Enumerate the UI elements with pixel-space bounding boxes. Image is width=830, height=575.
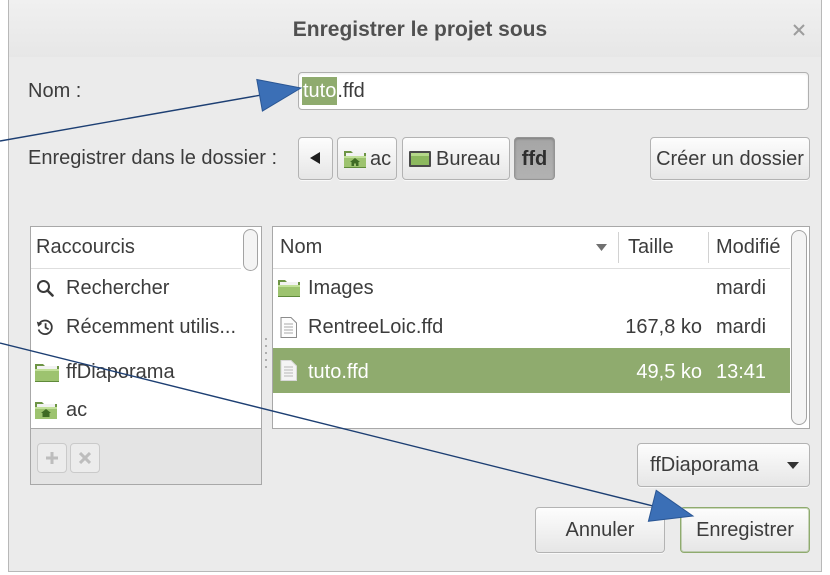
places-item-ffdiaporama[interactable]: ffDiaporama <box>31 348 241 393</box>
places-scrollbar[interactable] <box>243 229 258 271</box>
places-item-label: ac <box>66 399 88 421</box>
column-divider[interactable] <box>618 232 619 263</box>
file-size: 167,8 ko <box>625 316 702 338</box>
file-modified: mardi <box>716 277 767 299</box>
go-back-icon <box>310 152 320 164</box>
recent-icon <box>36 319 53 335</box>
dialog-title: Enregistrer le projet sous <box>292 18 548 41</box>
desktop-icon <box>409 151 431 167</box>
folder-icon <box>278 280 300 297</box>
path-button-label: ac <box>370 148 392 170</box>
path-button-label: ffd <box>521 148 548 170</box>
remove-icon <box>79 452 91 464</box>
handle-dot <box>265 366 267 368</box>
add-bookmark-button[interactable] <box>37 443 67 473</box>
create-folder-button[interactable]: Créer un dossier <box>650 137 810 180</box>
folder-icon <box>35 364 59 382</box>
file-row[interactable]: Images mardi <box>273 268 790 308</box>
home-folder-icon <box>344 151 366 168</box>
file-name: tuto.ffd <box>308 361 369 383</box>
save-in-folder-label: Enregistrer dans le dossier : <box>28 147 278 169</box>
file-size: 49,5 ko <box>636 361 702 383</box>
file-row[interactable]: RentreeLoic.ffd 167,8 ko mardi <box>273 308 790 348</box>
add-icon <box>46 452 58 464</box>
save-button-label: Enregistrer <box>696 519 794 541</box>
places-item-recent[interactable]: Récemment utilis... <box>31 308 241 348</box>
name-input[interactable]: tuto.ffd <box>298 72 809 110</box>
handle-dot <box>265 352 267 354</box>
name-input-rest-text: .ffd <box>337 80 365 102</box>
column-header-size[interactable]: Taille <box>628 235 674 259</box>
search-icon <box>37 280 54 297</box>
document-icon <box>280 317 297 338</box>
places-item-search[interactable]: Rechercher <box>31 268 241 308</box>
close-icon <box>793 24 805 36</box>
column-header-name[interactable]: Nom <box>280 235 322 259</box>
handle-dot <box>265 345 267 347</box>
cancel-button-label: Annuler <box>565 519 635 541</box>
close-button[interactable] <box>791 21 807 37</box>
file-row[interactable]: tuto.ffd 49,5 ko 13:41 <box>273 348 790 393</box>
cancel-button[interactable]: Annuler <box>535 507 665 553</box>
places-pane: Raccourcis Rechercher Récemment utilis..… <box>30 226 262 429</box>
file-modified: mardi <box>716 316 767 338</box>
column-divider[interactable] <box>708 232 709 263</box>
files-scrollbar[interactable] <box>791 230 807 425</box>
save-button[interactable]: Enregistrer <box>680 507 810 553</box>
file-name: RentreeLoic.ffd <box>308 316 444 338</box>
places-item-home[interactable]: ac <box>31 393 241 428</box>
column-header-modified[interactable]: Modifié <box>716 235 780 259</box>
handle-dot <box>265 338 267 340</box>
name-input-selected-text: tuto <box>302 77 338 105</box>
chevron-down-icon <box>787 462 799 469</box>
home-folder-icon <box>35 402 57 419</box>
path-button-ac[interactable]: ac <box>337 137 397 180</box>
places-item-label: Rechercher <box>66 277 170 299</box>
places-header[interactable]: Raccourcis <box>36 235 135 259</box>
file-filter-value: ffDiaporama <box>650 454 759 476</box>
document-icon <box>280 360 297 381</box>
places-item-label: Récemment utilis... <box>66 316 237 338</box>
files-pane: Nom Taille Modifié Images mardi RentreeL… <box>272 226 810 429</box>
path-back-button[interactable] <box>298 137 333 180</box>
sort-descending-icon[interactable] <box>596 244 607 251</box>
places-toolbar <box>30 429 262 485</box>
handle-dot <box>265 359 267 361</box>
path-button-ffd[interactable]: ffd <box>514 137 555 180</box>
path-button-bureau[interactable]: Bureau <box>402 137 510 180</box>
path-button-label: Bureau <box>436 148 501 170</box>
places-item-label: ffDiaporama <box>66 361 175 383</box>
file-modified: 13:41 <box>716 361 767 383</box>
remove-bookmark-button[interactable] <box>70 443 100 473</box>
file-filter-dropdown[interactable]: ffDiaporama <box>637 443 810 487</box>
create-folder-label: Créer un dossier <box>656 148 804 170</box>
file-name: Images <box>308 277 374 299</box>
pane-resize-handle[interactable] <box>263 334 269 374</box>
name-label: Nom : <box>28 80 82 102</box>
